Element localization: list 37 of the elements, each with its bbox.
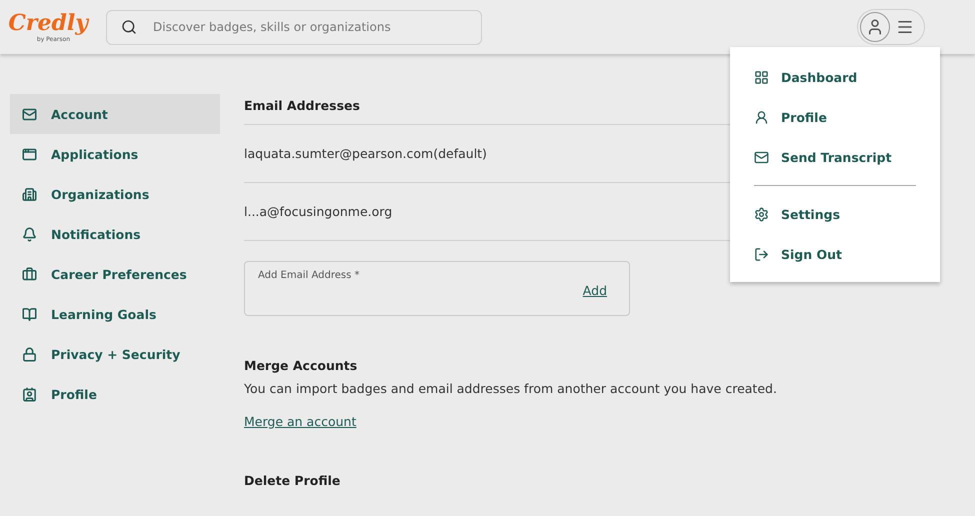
sidebar-label: Organizations (51, 186, 150, 202)
sidebar-label: Learning Goals (51, 306, 156, 322)
email-address: l...a@focusingonme.org (244, 204, 392, 219)
merge-description: You can import badges and email addresses from another account you have created. (244, 381, 777, 396)
add-email-field[interactable]: Add Email Address * Add (244, 261, 630, 316)
add-link[interactable]: Add (582, 283, 607, 298)
sidebar-item[interactable]: Privacy + Security (10, 334, 220, 374)
merge-link[interactable]: Merge an account (244, 414, 356, 429)
menu-label: Dashboard (781, 70, 858, 84)
sidebar-label: Privacy + Security (51, 346, 180, 362)
menu-item[interactable]: Sign Out (754, 234, 916, 274)
email-address: laquata.sumter@pearson.com(default) (244, 146, 487, 161)
menu-item[interactable]: Profile (754, 97, 916, 137)
sidebar-item[interactable]: Learning Goals (10, 294, 220, 334)
sidebar-item[interactable]: Career Preferences (10, 254, 220, 294)
menu-label: Profile (781, 110, 827, 124)
sidebar-item[interactable]: Organizations (10, 174, 220, 214)
section-title: Delete Profile (244, 473, 342, 488)
menu-label: Send Transcript (781, 150, 892, 164)
sidebar-label: Applications (51, 146, 138, 162)
sidebar-label: Profile (51, 386, 97, 402)
menu-label: Settings (781, 206, 840, 222)
menu-item[interactable]: Send Transcript (754, 137, 916, 177)
sidebar-label: Account (51, 106, 108, 122)
search-field[interactable]: Discover badges, skills or organizations (151, 19, 467, 35)
section-title: Merge Accounts (244, 358, 358, 373)
sidebar-label: Career Preferences (51, 266, 187, 282)
menu-label: Sign Out (781, 246, 842, 262)
section-title: Email Addresses (244, 98, 361, 113)
sidebar-item[interactable]: Account (10, 94, 220, 134)
menu-item[interactable]: Settings (754, 194, 916, 234)
sidebar-label: Notifications (51, 226, 141, 242)
sidebar-item[interactable]: Applications (10, 134, 220, 174)
sidebar-item[interactable]: Notifications (10, 214, 220, 254)
sidebar-item[interactable]: Profile (10, 374, 220, 414)
menu-item[interactable]: Dashboard (754, 57, 916, 97)
search-bar[interactable]: Discover badges, skills or organizations (106, 10, 482, 44)
